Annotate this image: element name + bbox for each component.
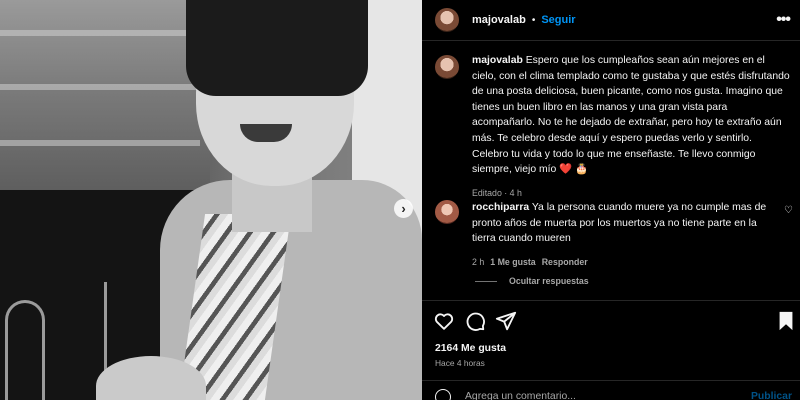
- add-comment-bar: Agrega un comentario... Publicar: [422, 381, 800, 400]
- post-photo[interactable]: ›: [0, 0, 422, 400]
- hide-replies-label: Ocultar respuestas: [509, 276, 589, 286]
- more-icon[interactable]: •••: [776, 11, 791, 29]
- comment-likes[interactable]: 1 Me gusta: [490, 255, 535, 271]
- photo-mantel-line: [0, 140, 200, 146]
- photo-mouth: [240, 124, 292, 142]
- carousel-next-button[interactable]: ›: [394, 199, 413, 218]
- comment-actions: 2 h 1 Me gusta Responder: [472, 255, 772, 271]
- emoji-icon[interactable]: [435, 389, 451, 400]
- header-separator: •: [531, 14, 536, 26]
- likes-count[interactable]: 2164 Me gusta: [435, 343, 506, 354]
- share-icon[interactable]: [495, 310, 517, 332]
- post-header: majovalab • Seguir •••: [422, 0, 800, 41]
- avatar[interactable]: [435, 200, 459, 224]
- bookmark-icon[interactable]: [775, 310, 797, 332]
- post-caption: majovalab Espero que los cumpleaños sean…: [435, 53, 790, 201]
- avatar[interactable]: [435, 8, 459, 32]
- follow-button[interactable]: Seguir: [541, 14, 575, 26]
- chevron-right-icon: ›: [401, 201, 406, 216]
- heart-icon[interactable]: [433, 310, 455, 332]
- header-username[interactable]: majovalab: [472, 14, 526, 26]
- action-bar: [422, 308, 800, 332]
- hide-replies-button[interactable]: Ocultar respuestas: [475, 276, 589, 286]
- comment-time: 2 h: [472, 256, 485, 267]
- photo-glasses: [5, 300, 45, 400]
- reply-button[interactable]: Responder: [542, 255, 588, 271]
- post-sidebar: majovalab • Seguir ••• majovalab Espero …: [422, 0, 800, 400]
- caption-meta: Editado · 4 h: [472, 187, 522, 198]
- replies-line: [475, 280, 497, 282]
- comment-icon[interactable]: [464, 310, 486, 332]
- photo-mantel-line: [0, 84, 200, 90]
- avatar[interactable]: [435, 55, 459, 79]
- comment: rocchiparra Ya la persona cuando muere y…: [435, 200, 790, 270]
- comment-input[interactable]: Agrega un comentario...: [465, 391, 576, 400]
- caption-text: Espero que los cumpleaños sean aún mejor…: [472, 55, 790, 176]
- post-time: Hace 4 horas: [435, 358, 485, 368]
- caption-emoji: ❤️ 🎂: [559, 164, 588, 176]
- comment-username[interactable]: rocchiparra: [472, 202, 529, 213]
- publish-button[interactable]: Publicar: [751, 391, 792, 400]
- photo-hair: [186, 0, 368, 96]
- comment-heart-icon[interactable]: ♡: [784, 205, 793, 216]
- photo-mantel-line: [0, 30, 200, 36]
- caption-username[interactable]: majovalab: [472, 55, 523, 66]
- divider: [422, 300, 800, 301]
